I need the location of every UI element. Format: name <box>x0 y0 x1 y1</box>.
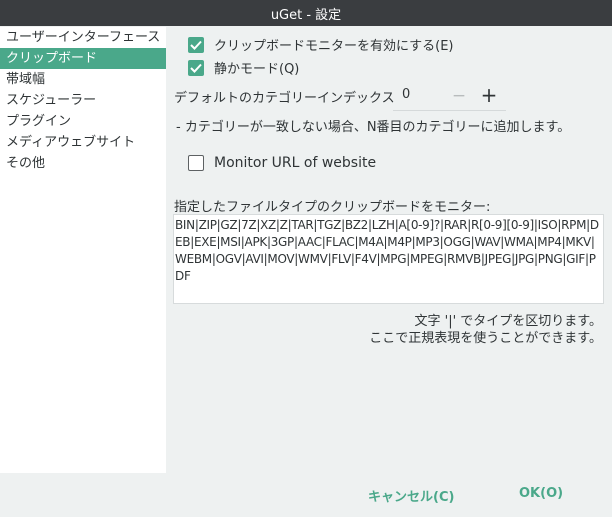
settings-sidebar: ユーザーインターフェース クリップボード 帯域幅 スケジューラー プラグイン メ… <box>0 27 166 473</box>
decrement-button[interactable]: − <box>448 86 470 106</box>
quiet-mode-label: 静かモード(Q) <box>214 62 300 77</box>
sidebar-item-media-website[interactable]: メディアウェブサイト <box>0 132 166 153</box>
default-category-value[interactable]: 0 <box>402 87 410 102</box>
sidebar-item-user-interface[interactable]: ユーザーインターフェース <box>0 27 166 48</box>
category-note: - カテゴリーが一致しない場合、N番目のカテゴリーに追加します。 <box>176 120 571 135</box>
default-category-label: デフォルトのカテゴリーインデックス <box>174 91 395 106</box>
sidebar-item-scheduler[interactable]: スケジューラー <box>0 90 166 111</box>
clipboard-monitor-label: クリップボードモニターを有効にする(E) <box>214 39 454 54</box>
window-title: uGet - 設定 <box>270 7 342 23</box>
quiet-mode-checkbox[interactable] <box>188 59 204 76</box>
sidebar-item-clipboard[interactable]: クリップボード <box>0 48 166 69</box>
monitor-url-label: Monitor URL of website <box>214 155 377 171</box>
checkmark-icon <box>190 63 202 73</box>
filetypes-textarea[interactable]: BIN|ZIP|GZ|7Z|XZ|Z|TAR|TGZ|BZ2|LZH|A[0-9… <box>173 214 604 304</box>
stepper-underline <box>393 110 506 111</box>
hint-regex: ここで正規表現を使うことができます。 <box>369 331 602 346</box>
checkmark-icon <box>190 40 202 50</box>
filetypes-label: 指定したファイルタイプのクリップボードをモニター: <box>174 200 491 215</box>
clipboard-monitor-checkbox[interactable] <box>188 36 204 53</box>
quiet-mode-checkbox-row[interactable]: 静かモード(Q) <box>188 58 299 77</box>
ok-button[interactable]: OK(O) <box>519 486 563 501</box>
sidebar-item-plugin[interactable]: プラグイン <box>0 111 166 132</box>
cancel-button[interactable]: キャンセル(C) <box>368 486 454 505</box>
monitor-url-checkbox[interactable] <box>188 155 204 171</box>
clipboard-monitor-checkbox-row[interactable]: クリップボードモニターを有効にする(E) <box>188 35 454 54</box>
sidebar-item-bandwidth[interactable]: 帯域幅 <box>0 69 166 90</box>
window-titlebar: uGet - 設定 <box>0 0 612 26</box>
monitor-url-checkbox-row[interactable]: Monitor URL of website <box>188 155 376 171</box>
increment-button[interactable]: + <box>478 83 500 107</box>
sidebar-item-other[interactable]: その他 <box>0 153 166 174</box>
